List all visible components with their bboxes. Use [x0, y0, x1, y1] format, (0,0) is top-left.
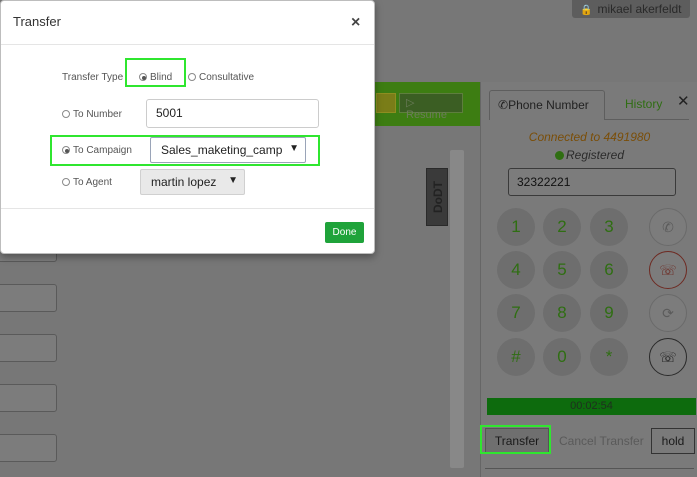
key-5[interactable]: 5	[543, 251, 581, 289]
radio-checked-icon	[139, 73, 147, 81]
caret-down-icon: ▼	[228, 175, 238, 186]
key-9[interactable]: 9	[590, 294, 628, 332]
cancel-transfer-button[interactable]: Cancel Transfer	[559, 434, 644, 448]
toolbar-button[interactable]	[376, 93, 396, 113]
play-icon: ▷	[406, 97, 415, 109]
resume-label: Resume	[406, 109, 447, 121]
key-0[interactable]: 0	[543, 338, 581, 376]
key-star[interactable]: *	[590, 338, 628, 376]
radio-to-campaign[interactable]: To Campaign	[62, 145, 132, 156]
form-input[interactable]	[0, 384, 57, 412]
transfer-call-icon[interactable]: ☏	[649, 338, 687, 376]
radio-blind[interactable]: Blind	[139, 72, 172, 83]
caret-down-icon: ▼	[289, 143, 299, 154]
radio-to-number[interactable]: To Number	[62, 109, 122, 120]
resume-button[interactable]: ▷ Resume	[399, 93, 463, 121]
agent-selected: martin lopez	[151, 175, 217, 189]
agent-select[interactable]: martin lopez ▼	[140, 169, 245, 195]
call-icon[interactable]: ✆	[649, 208, 687, 246]
consultative-label: Consultative	[199, 72, 255, 83]
key-hash[interactable]: #	[497, 338, 535, 376]
radio-to-agent[interactable]: To Agent	[62, 177, 112, 188]
dial-keypad: 1 2 3 4 5 6 7 8 9 # 0 * ✆ ☏ ⟳ ☏	[481, 82, 697, 382]
campaign-selected: Sales_maketing_camp	[161, 143, 283, 157]
form-input[interactable]	[0, 334, 57, 362]
radio-icon	[62, 110, 70, 118]
to-number-input[interactable]: 5001	[146, 99, 319, 128]
hangup-icon[interactable]: ☏	[649, 251, 687, 289]
to-campaign-label: To Campaign	[73, 145, 132, 156]
scrollbar[interactable]	[450, 150, 464, 468]
radio-consultative[interactable]: Consultative	[188, 72, 254, 83]
key-4[interactable]: 4	[497, 251, 535, 289]
user-name: mikael akerfeldt	[597, 2, 682, 16]
done-button[interactable]: Done	[325, 222, 364, 243]
side-vertical-label: DoDT	[426, 168, 448, 226]
modal-footer-divider	[1, 208, 374, 209]
key-6[interactable]: 6	[590, 251, 628, 289]
transfer-button[interactable]: Transfer	[485, 428, 549, 454]
modal-title: Transfer	[13, 14, 61, 29]
key-8[interactable]: 8	[543, 294, 581, 332]
key-3[interactable]: 3	[590, 208, 628, 246]
form-input[interactable]	[0, 434, 57, 462]
radio-checked-icon	[62, 146, 70, 154]
key-1[interactable]: 1	[497, 208, 535, 246]
close-icon[interactable]: ×	[351, 15, 360, 31]
campaign-select[interactable]: Sales_maketing_camp ▼	[150, 137, 306, 163]
radio-icon	[188, 73, 196, 81]
call-timer: 00:02:54	[487, 398, 696, 415]
to-agent-label: To Agent	[73, 177, 112, 188]
to-number-label: To Number	[73, 109, 122, 120]
phone-panel: ✆Phone Number History ✕ Connected to 449…	[480, 82, 697, 477]
redial-icon[interactable]: ⟳	[649, 294, 687, 332]
hold-button[interactable]: hold	[651, 428, 695, 454]
lock-icon: 🔒	[580, 5, 593, 16]
transfer-type-label: Transfer Type	[62, 72, 124, 83]
key-2[interactable]: 2	[543, 208, 581, 246]
user-menu[interactable]: 🔒 mikael akerfeldt	[572, 0, 690, 18]
divider	[485, 468, 694, 469]
modal-header: Transfer ×	[1, 1, 374, 45]
form-input[interactable]	[0, 284, 57, 312]
transfer-modal: Transfer × Transfer Type Blind Consultat…	[0, 0, 375, 254]
blind-label: Blind	[150, 72, 173, 83]
key-7[interactable]: 7	[497, 294, 535, 332]
radio-icon	[62, 178, 70, 186]
